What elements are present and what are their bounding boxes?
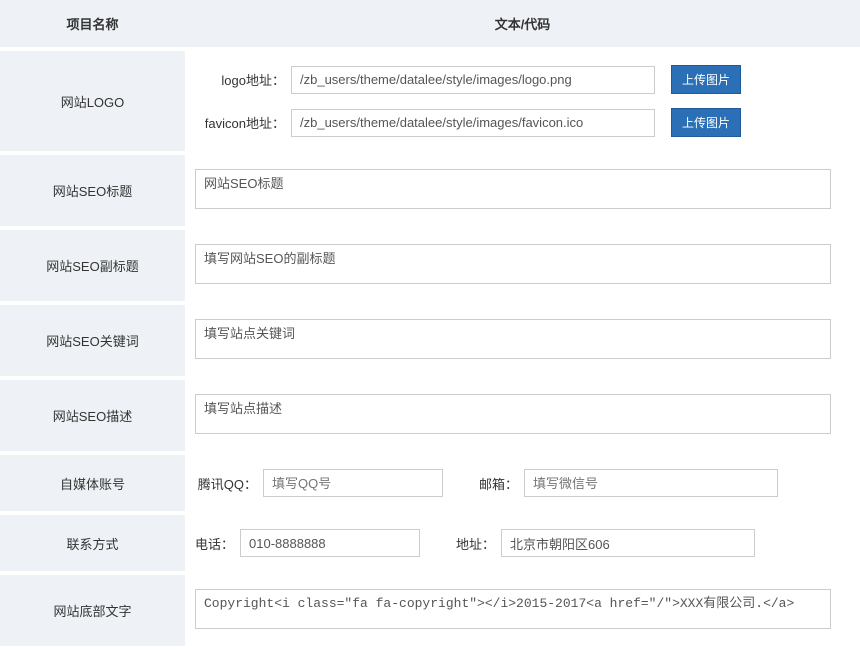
row-social: 自媒体账号 腾讯QQ： 邮箱： (0, 453, 860, 513)
mail-input[interactable] (524, 469, 778, 497)
header-name: 项目名称 (0, 0, 185, 49)
row-seo-title: 网站SEO标题 (0, 153, 860, 228)
mail-label: 邮箱： (479, 474, 518, 493)
row-contact: 联系方式 电话： 地址： (0, 513, 860, 573)
addr-input[interactable] (501, 529, 755, 557)
row-seo-desc: 网站SEO描述 (0, 378, 860, 453)
footer-textarea[interactable] (195, 589, 831, 629)
tel-input[interactable] (240, 529, 420, 557)
qq-label: 腾讯QQ： (195, 474, 257, 493)
row-seo-keywords: 网站SEO关键词 (0, 303, 860, 378)
row-footer: 网站底部文字 (0, 573, 860, 648)
label-logo: 网站LOGO (0, 49, 185, 153)
seo-keywords-textarea[interactable] (195, 319, 831, 359)
logo-addr-input[interactable] (291, 66, 655, 94)
settings-table: 项目名称 文本/代码 网站LOGO logo地址： 上传图片 favicon地址… (0, 0, 860, 650)
seo-subtitle-textarea[interactable] (195, 244, 831, 284)
favicon-addr-label: favicon地址： (195, 113, 285, 132)
logo-addr-label: logo地址： (195, 70, 285, 89)
label-contact: 联系方式 (0, 513, 185, 573)
label-seo-keywords: 网站SEO关键词 (0, 303, 185, 378)
row-logo: 网站LOGO logo地址： 上传图片 favicon地址： 上传图片 (0, 49, 860, 153)
tel-label: 电话： (195, 534, 234, 553)
label-seo-title: 网站SEO标题 (0, 153, 185, 228)
row-seo-subtitle: 网站SEO副标题 (0, 228, 860, 303)
label-footer: 网站底部文字 (0, 573, 185, 648)
favicon-upload-button[interactable]: 上传图片 (671, 108, 741, 137)
header-value: 文本/代码 (185, 0, 860, 49)
seo-desc-textarea[interactable] (195, 394, 831, 434)
logo-upload-button[interactable]: 上传图片 (671, 65, 741, 94)
label-seo-subtitle: 网站SEO副标题 (0, 228, 185, 303)
favicon-addr-input[interactable] (291, 109, 655, 137)
seo-title-textarea[interactable] (195, 169, 831, 209)
label-social: 自媒体账号 (0, 453, 185, 513)
qq-input[interactable] (263, 469, 443, 497)
addr-label: 地址： (456, 534, 495, 553)
label-seo-desc: 网站SEO描述 (0, 378, 185, 453)
